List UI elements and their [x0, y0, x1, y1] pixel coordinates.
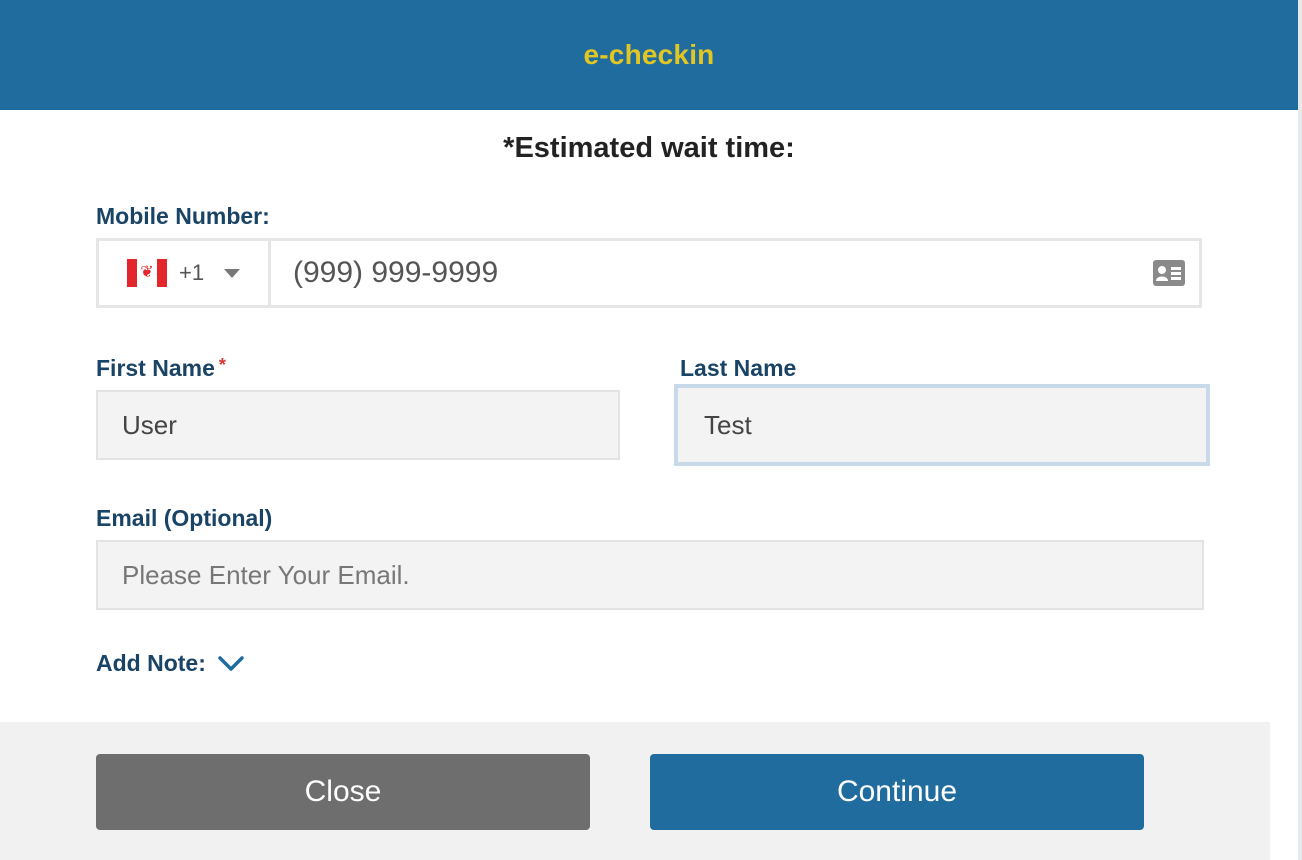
dialog-header: e-checkin: [0, 0, 1298, 110]
email-label: Email (Optional): [96, 505, 273, 531]
mobile-number-group: ❦ +1: [96, 238, 1202, 308]
last-name-label: Last Name: [680, 355, 797, 381]
continue-button[interactable]: Continue: [650, 754, 1144, 830]
dial-code: +1: [179, 260, 205, 285]
mobile-number-input[interactable]: [271, 241, 1139, 305]
first-name-input[interactable]: [96, 390, 620, 460]
country-code-select[interactable]: ❦ +1: [99, 241, 271, 305]
contact-card-icon[interactable]: [1139, 241, 1199, 305]
add-note-label: Add Note:: [96, 650, 206, 676]
caret-down-icon: [224, 268, 241, 278]
required-asterisk: *: [218, 355, 226, 375]
checkin-dialog: e-checkin *Estimated wait time: Mobile N…: [0, 0, 1298, 860]
background-edge: [1298, 0, 1302, 860]
mobile-number-label: Mobile Number:: [96, 203, 270, 229]
add-note-toggle[interactable]: Add Note:: [96, 650, 244, 677]
estimated-wait-time: *Estimated wait time:: [503, 132, 795, 164]
email-input[interactable]: [96, 540, 1204, 610]
canada-flag-icon: ❦: [127, 259, 167, 287]
chevron-down-icon: [218, 655, 244, 672]
last-name-input[interactable]: [674, 384, 1210, 466]
close-button[interactable]: Close: [96, 754, 590, 830]
dialog-title: e-checkin: [583, 39, 715, 70]
first-name-label: First Name *: [96, 355, 226, 381]
